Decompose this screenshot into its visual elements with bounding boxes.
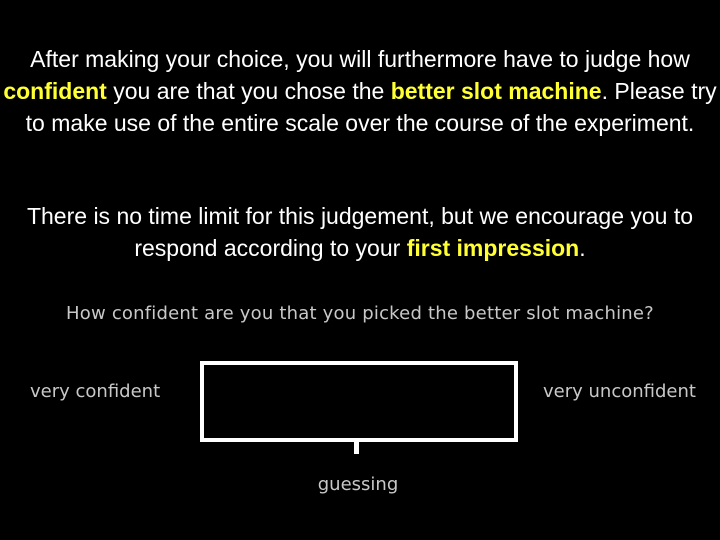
- confidence-scale[interactable]: [200, 361, 518, 442]
- instruction-text: you are that you chose the: [106, 78, 391, 104]
- instruction-text: .: [579, 235, 586, 261]
- highlight-confident: confident: [3, 78, 107, 104]
- highlight-first-impression: first impression: [406, 235, 580, 261]
- scale-midpoint-tick: [354, 438, 359, 454]
- highlight-better-slot-machine: better slot machine: [390, 78, 602, 104]
- scale-mid-label: guessing: [317, 474, 399, 495]
- instruction-text: There is no time limit for this judgemen…: [26, 203, 694, 261]
- scale-question: How confident are you that you picked th…: [66, 303, 654, 324]
- instruction-paragraph-1: After making your choice, you will furth…: [0, 43, 720, 139]
- scale-left-label: very confident: [30, 381, 161, 402]
- instruction-text: After making your choice, you will furth…: [30, 46, 690, 72]
- scale-right-label: very unconfident: [543, 381, 696, 402]
- instruction-paragraph-2: There is no time limit for this judgemen…: [0, 200, 720, 264]
